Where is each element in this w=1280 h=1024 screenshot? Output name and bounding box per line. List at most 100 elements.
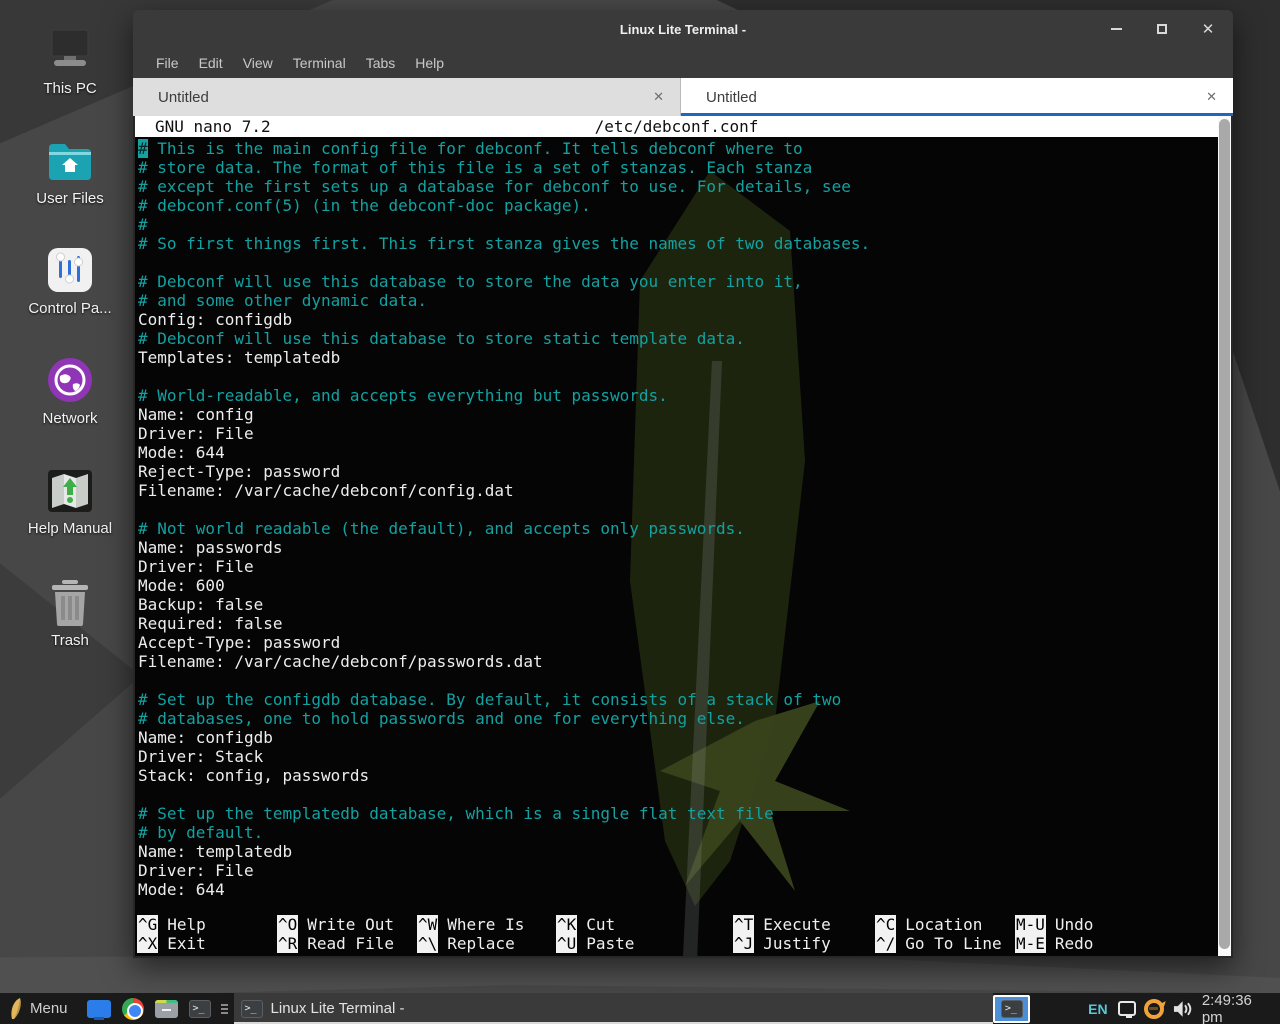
menu-item-terminal[interactable]: Terminal — [283, 51, 356, 75]
nano-shortcut-paste[interactable]: ^U Paste — [556, 934, 634, 953]
shortcut-label: Exit — [167, 934, 206, 953]
editor-line: # Debconf will use this database to stor… — [138, 329, 1218, 348]
trash-icon — [8, 576, 132, 626]
editor-line — [138, 253, 1218, 272]
shortcut-key: ^\ — [417, 934, 438, 953]
shortcut-label: Paste — [586, 934, 634, 953]
update-notifier-icon[interactable] — [1144, 999, 1164, 1019]
desktop-icon-label: Network — [8, 410, 132, 427]
panel-separator-handle[interactable] — [221, 1004, 228, 1014]
nano-shortcut-redo[interactable]: M-ERedo — [1015, 934, 1093, 953]
minimize-icon — [1111, 28, 1122, 30]
editor-line: Name: config — [138, 405, 1218, 424]
desktop-icon-this-pc[interactable]: This PC — [8, 24, 132, 97]
desktop-icon-user-files[interactable]: User Files — [8, 134, 132, 207]
shortcut-label: Execute — [763, 915, 830, 934]
editor-line: Filename: /var/cache/debconf/passwords.d… — [138, 652, 1218, 671]
menu-button[interactable]: Menu — [0, 993, 76, 1024]
shortcut-key: ^U — [556, 934, 577, 953]
editor-line: # Not world readable (the default), and … — [138, 519, 1218, 538]
editor-line: # Set up the templatedb database, which … — [138, 804, 1218, 823]
close-button[interactable]: ✕ — [1197, 18, 1219, 40]
volume-icon[interactable] — [1173, 1000, 1192, 1018]
file-manager-launcher[interactable] — [87, 1000, 111, 1018]
file-drawer-icon — [155, 1000, 178, 1018]
user-files-folder-icon — [8, 134, 132, 184]
nano-shortcut-write-out[interactable]: ^OWrite Out — [277, 915, 394, 934]
menu-item-file[interactable]: File — [146, 51, 189, 75]
chrome-launcher[interactable] — [122, 998, 144, 1020]
editor-line: Stack: config, passwords — [138, 766, 1218, 785]
tab-label: Untitled — [158, 89, 209, 106]
shortcut-label: Cut — [586, 915, 615, 934]
taskbar-window-button[interactable]: >_ Linux Lite Terminal - — [234, 993, 994, 1024]
editor-line — [138, 500, 1218, 519]
editor-line: # So first things first. This first stan… — [138, 234, 1218, 253]
scrollbar-thumb[interactable] — [1219, 119, 1230, 949]
editor-line: Driver: File — [138, 557, 1218, 576]
nano-shortcut-read-file[interactable]: ^RRead File — [277, 934, 394, 953]
nano-shortcut-location[interactable]: ^CLocation — [875, 915, 1002, 934]
nano-shortcut-replace[interactable]: ^\ Replace — [417, 934, 524, 953]
tab-close-icon[interactable]: ✕ — [1206, 89, 1217, 105]
desktop-icon-label: User Files — [8, 190, 132, 207]
shortcut-key: ^G — [137, 915, 158, 934]
desktop-icon-help-manual[interactable]: Help Manual — [8, 464, 132, 537]
editor-line: # and some other dynamic data. — [138, 291, 1218, 310]
tab-untitled-2-active[interactable]: Untitled ✕ — [681, 78, 1233, 116]
desktop-icon-label: Trash — [8, 632, 132, 649]
nano-shortcut-cut[interactable]: ^K Cut — [556, 915, 634, 934]
control-panel-icon — [8, 244, 132, 294]
shortcut-key: ^K — [556, 915, 577, 934]
linux-lite-feather-icon — [8, 998, 23, 1020]
tab-close-icon[interactable]: ✕ — [653, 89, 664, 105]
desktop-icon-trash[interactable]: Trash — [8, 576, 132, 649]
terminal-launcher[interactable]: >_ — [189, 1000, 211, 1018]
nano-shortcut-help[interactable]: ^GHelp — [137, 915, 206, 934]
tabbar: Untitled ✕ Untitled ✕ — [133, 78, 1233, 116]
editor-line: Filename: /var/cache/debconf/config.dat — [138, 481, 1218, 500]
nano-shortcut-execute[interactable]: ^TExecute — [733, 915, 831, 934]
desktop-icon-network[interactable]: Network — [8, 354, 132, 427]
editor-line: Reject-Type: password — [138, 462, 1218, 481]
nano-shortcut-justify[interactable]: ^JJustify — [733, 934, 831, 953]
terminal-screen[interactable]: GNU nano 7.2 /etc/debconf.conf # This is… — [135, 116, 1218, 956]
editor-line: Driver: Stack — [138, 747, 1218, 766]
nano-shortcuts: ^GHelp^X Exit ^OWrite Out^RRead File ^WWher… — [135, 915, 1218, 953]
nano-file-path: /etc/debconf.conf — [595, 117, 759, 136]
tab-untitled-1[interactable]: Untitled ✕ — [133, 78, 681, 116]
titlebar[interactable]: Linux Lite Terminal - ✕ — [133, 10, 1233, 48]
keyboard-layout-indicator[interactable]: EN — [1088, 1001, 1107, 1017]
clock[interactable]: 2:49:36 pm — [1202, 992, 1274, 1024]
editor-line: # by default. — [138, 823, 1218, 842]
menu-item-edit[interactable]: Edit — [189, 51, 233, 75]
editor-lines: # This is the main config file for debco… — [135, 137, 1218, 899]
editor-line: Mode: 644 — [138, 443, 1218, 462]
network-globe-icon — [8, 354, 132, 404]
editor-line: Mode: 600 — [138, 576, 1218, 595]
nano-shortcut-exit[interactable]: ^X Exit — [137, 934, 206, 953]
minimize-button[interactable] — [1105, 18, 1127, 40]
archive-manager-launcher[interactable] — [155, 1000, 178, 1018]
editor-line: Driver: File — [138, 861, 1218, 880]
shortcut-label: Replace — [447, 934, 514, 953]
taskbar-window-label: Linux Lite Terminal - — [271, 1000, 405, 1017]
nano-shortcut-where-is[interactable]: ^WWhere Is — [417, 915, 524, 934]
shortcut-key: ^J — [733, 934, 754, 953]
shortcut-key: ^X — [137, 934, 158, 953]
nano-shortcut-undo[interactable]: M-UUndo — [1015, 915, 1093, 934]
menu-item-tabs[interactable]: Tabs — [356, 51, 406, 75]
menu-item-view[interactable]: View — [233, 51, 283, 75]
maximize-button[interactable] — [1151, 18, 1173, 40]
shortcut-label: Redo — [1055, 934, 1094, 953]
scrollbar[interactable] — [1218, 116, 1231, 956]
terminal-icon: >_ — [1001, 1000, 1023, 1018]
editor-line: Driver: File — [138, 424, 1218, 443]
clipboard-icon[interactable] — [1118, 1001, 1136, 1016]
menu-item-help[interactable]: Help — [405, 51, 454, 75]
text-cursor: # — [138, 139, 148, 158]
nano-shortcut-go-to-line[interactable]: ^/Go To Line — [875, 934, 1002, 953]
tray-active-window-button[interactable]: >_ — [993, 995, 1030, 1023]
desktop-icon-label: Control Pa... — [8, 300, 132, 317]
desktop-icon-control-panel[interactable]: Control Pa... — [8, 244, 132, 317]
